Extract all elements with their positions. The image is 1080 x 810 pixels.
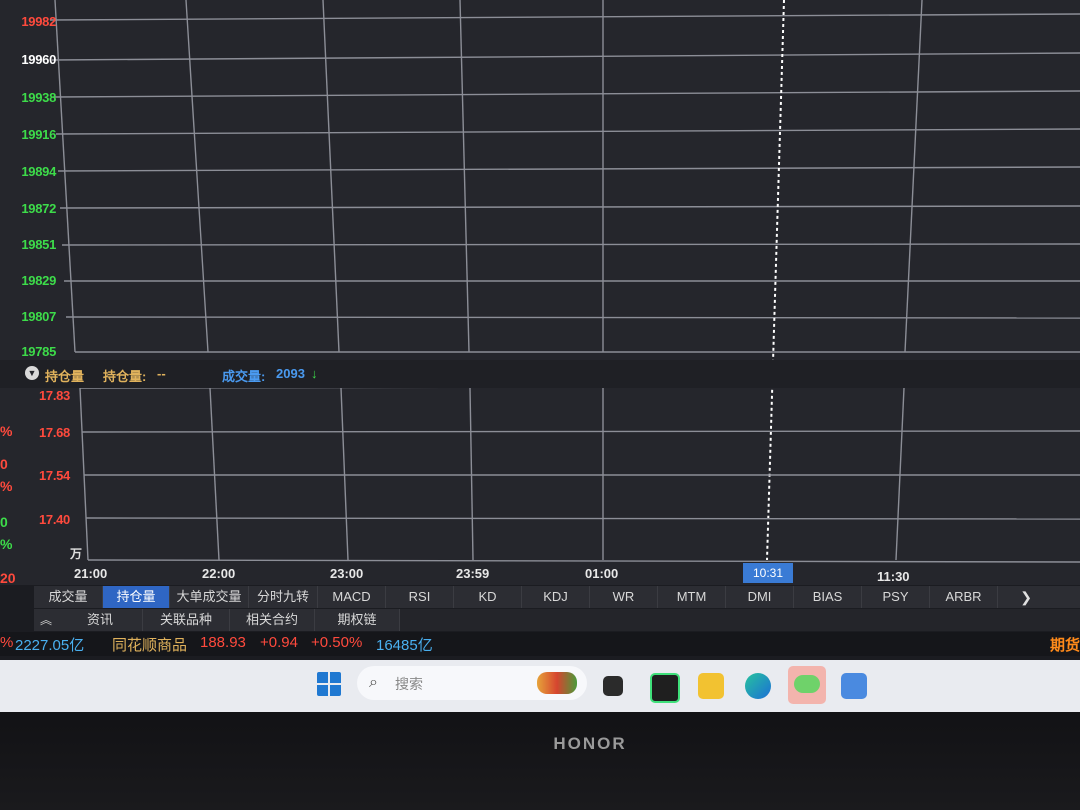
- file-explorer-icon[interactable]: [698, 673, 724, 699]
- tab-related-products[interactable]: 关联品种: [143, 609, 230, 631]
- task-view-icon[interactable]: [603, 676, 623, 696]
- tab-mtm[interactable]: MTM: [658, 586, 726, 608]
- tab-rsi[interactable]: RSI: [386, 586, 454, 608]
- collapse-indicator-icon[interactable]: ▼: [25, 366, 39, 380]
- search-highlight-icon: [537, 672, 577, 694]
- left-cut-label: %: [0, 478, 13, 494]
- tab-kd[interactable]: KD: [454, 586, 522, 608]
- screen: 19982 19960 19938 19916 19894 19872 1985…: [0, 0, 1080, 712]
- price-tick: 19872: [21, 201, 56, 216]
- price-tick-reference: 19960: [21, 52, 56, 67]
- left-cut-label: %: [0, 536, 13, 552]
- tab-td-nine[interactable]: 分时九转: [249, 586, 318, 608]
- oi-tick: 17.68: [38, 425, 70, 440]
- ticker-amount: 2227.05亿: [15, 637, 85, 654]
- time-tick: 21:00: [74, 566, 108, 581]
- edge-browser-icon[interactable]: [745, 673, 771, 699]
- left-cut-label: %: [0, 423, 13, 439]
- market-ticker: % 2227.05亿 同花顺商品 188.93 +0.94 +0.50% 164…: [0, 632, 1080, 656]
- time-tick: 11:30: [877, 569, 910, 584]
- left-cut-label: 0: [0, 514, 8, 530]
- indicator-header: ▼ 持仓量 持仓量: -- 成交量: 2093 ↓: [0, 360, 1080, 388]
- tab-arbr[interactable]: ARBR: [930, 586, 998, 608]
- oi-tick: 17.54: [38, 468, 70, 483]
- left-cut-label: 20: [0, 570, 16, 586]
- price-tick: 19894: [21, 164, 56, 179]
- volume-value: 2093: [276, 366, 305, 381]
- laptop-bezel: [0, 712, 1080, 810]
- intraday-chart[interactable]: 19982 19960 19938 19916 19894 19872 1985…: [0, 0, 1080, 586]
- price-tick: 19982: [21, 14, 56, 29]
- search-icon: ⌕: [369, 674, 378, 691]
- ticker-price: 188.93: [200, 634, 246, 651]
- tab-options-chain[interactable]: 期权链: [315, 609, 400, 631]
- time-tick: 01:00: [585, 566, 619, 581]
- price-tick: 19938: [21, 90, 56, 105]
- windows-start-icon[interactable]: [317, 672, 341, 696]
- down-arrow-icon: ↓: [311, 366, 318, 381]
- oi-unit: 万: [70, 547, 83, 561]
- volume-label: 成交量:: [222, 369, 266, 384]
- price-tick: 19851: [21, 237, 56, 252]
- price-tick: 19829: [21, 273, 56, 288]
- taskbar: ⌕ 搜索: [0, 660, 1080, 712]
- tab-news[interactable]: 资讯: [58, 609, 143, 631]
- tab-wr[interactable]: WR: [590, 586, 658, 608]
- tab-kdj[interactable]: KDJ: [522, 586, 590, 608]
- tab-psy[interactable]: PSY: [862, 586, 930, 608]
- price-tick: 19807: [21, 309, 56, 324]
- price-tick: 19916: [21, 127, 56, 142]
- oi-axis: 17.83 17.68 17.54 17.40: [14, 388, 76, 568]
- time-tick: 23:00: [330, 566, 364, 581]
- pycharm-icon[interactable]: [650, 673, 680, 703]
- oi-label: 持仓量:: [103, 369, 147, 384]
- tab-large-volume[interactable]: 大单成交量: [170, 586, 249, 608]
- wechat-icon[interactable]: [788, 666, 826, 704]
- ticker-change: +0.94: [260, 634, 298, 651]
- brand-logo: HONOR: [553, 734, 627, 753]
- price-axis: 19982 19960 19938 19916 19894 19872 1985…: [0, 0, 62, 360]
- indicator-tabs: 成交量 持仓量 大单成交量 分时九转 MACD RSI KD KDJ WR MT…: [34, 586, 1080, 608]
- ticker-amount: 16485亿: [376, 637, 433, 654]
- price-tick: 19785: [21, 344, 56, 359]
- taskbar-search[interactable]: ⌕ 搜索: [357, 666, 587, 700]
- left-cut-label: 0: [0, 456, 8, 472]
- chevron-up-icon[interactable]: ︽: [34, 609, 58, 631]
- chart-grid: [49, 0, 1080, 563]
- search-placeholder: 搜索: [395, 676, 423, 692]
- tab-open-interest[interactable]: 持仓量: [103, 586, 170, 608]
- tab-dmi[interactable]: DMI: [726, 586, 794, 608]
- tab-bias[interactable]: BIAS: [794, 586, 862, 608]
- ticker-name[interactable]: 同花顺商品: [112, 634, 187, 655]
- tab-related-contracts[interactable]: 相关合约: [230, 609, 315, 631]
- time-tick: 23:59: [456, 566, 490, 581]
- sub-tabs: 资讯 关联品种 相关合约 期权链: [34, 609, 1080, 631]
- cursor-time-badge: 10:31: [743, 563, 793, 583]
- ticker-right-label[interactable]: 期货: [1050, 634, 1080, 655]
- oi-value: --: [157, 366, 166, 381]
- oi-tick: 17.83: [38, 388, 70, 403]
- indicator-name: 持仓量: [45, 369, 85, 384]
- ticker-pct: +0.50%: [311, 634, 363, 651]
- oi-tick: 17.40: [38, 512, 70, 527]
- time-tick: 22:00: [202, 566, 236, 581]
- stock-app-icon[interactable]: [841, 673, 867, 699]
- ticker-prefix: %: [0, 634, 14, 651]
- tab-volume[interactable]: 成交量: [34, 586, 103, 608]
- chevron-right-icon[interactable]: ❯: [1020, 586, 1032, 608]
- tab-macd[interactable]: MACD: [318, 586, 386, 608]
